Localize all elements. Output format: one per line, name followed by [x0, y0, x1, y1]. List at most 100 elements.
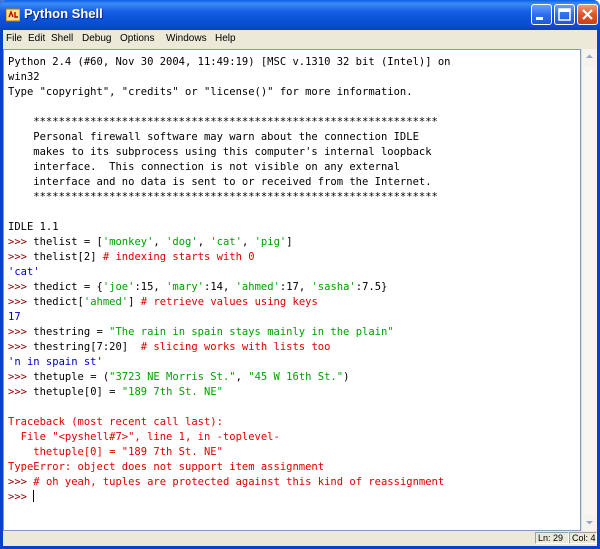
- shell-text: :14,: [204, 281, 236, 293]
- shell-line: >>> thestring[7:20] # slicing works with…: [8, 340, 451, 355]
- shell-text: Traceback (most recent call last):: [8, 416, 223, 428]
- shell-line: >>> thedict['ahmed'] # retrieve values u…: [8, 295, 451, 310]
- shell-line: thetuple[0] = "189 7th St. NE": [8, 445, 451, 460]
- python-idle-icon: [5, 8, 21, 22]
- shell-prompt: >>>: [8, 236, 34, 248]
- menu-debug[interactable]: Debug: [82, 33, 111, 44]
- shell-text: :7.5}: [355, 281, 388, 293]
- shell-line: >>> thelist = ['monkey', 'dog', 'cat', '…: [8, 235, 451, 250]
- shell-line: Personal firewall software may warn abou…: [8, 130, 451, 145]
- shell-text: 'dog': [166, 236, 198, 248]
- scroll-up-button[interactable]: [582, 49, 597, 64]
- shell-text: ): [343, 371, 350, 383]
- status-bar: Ln: 29 Col: 4: [3, 531, 597, 546]
- shell-text: 'monkey': [102, 236, 154, 248]
- menu-edit[interactable]: Edit: [28, 33, 45, 44]
- shell-text: # slicing works with lists too: [140, 341, 331, 353]
- shell-line: [8, 205, 451, 220]
- shell-text: 'sasha': [311, 281, 356, 293]
- shell-line: 'cat': [8, 265, 451, 280]
- minimize-button[interactable]: [531, 4, 552, 25]
- minimize-icon: [536, 17, 543, 20]
- shell-text: ,: [235, 371, 249, 383]
- shell-line: >>> thelist[2] # indexing starts with 0: [8, 250, 451, 265]
- shell-text: thestring[7:20]: [33, 341, 141, 353]
- shell-prompt: >>>: [8, 491, 34, 503]
- shell-text: :17,: [279, 281, 312, 293]
- shell-line: >>> thetuple = ("3723 NE Morris St.", "4…: [8, 370, 451, 385]
- shell-text: 'mary': [166, 281, 204, 293]
- menu-shell[interactable]: Shell: [51, 33, 73, 44]
- shell-text: thetuple[0] =: [33, 386, 122, 398]
- shell-prompt: >>>: [8, 386, 34, 398]
- shell-text: ****************************************…: [8, 191, 438, 203]
- shell-text: TypeError: object does not support item …: [8, 461, 325, 473]
- shell-text: :15,: [134, 281, 167, 293]
- shell-line: TypeError: object does not support item …: [8, 460, 451, 475]
- shell-output: Python 2.4 (#60, Nov 30 2004, 11:49:19) …: [8, 55, 451, 505]
- text-cursor: [33, 490, 35, 502]
- python-shell-window: Python Shell File Edit Shell Debug Optio…: [0, 0, 600, 549]
- shell-text: 'joe': [102, 281, 135, 293]
- menu-windows[interactable]: Windows: [166, 33, 207, 44]
- shell-text: thetuple = (: [33, 371, 110, 383]
- shell-prompt: >>>: [8, 371, 34, 383]
- maximize-icon: [558, 8, 571, 21]
- scroll-down-arrow-icon: [586, 521, 593, 525]
- shell-prompt: >>>: [8, 341, 34, 353]
- shell-text: # retrieve values using keys: [140, 296, 318, 308]
- window-title: Python Shell: [24, 6, 103, 21]
- shell-text: Python 2.4 (#60, Nov 30 2004, 11:49:19) …: [8, 56, 451, 68]
- shell-text: thestring =: [33, 326, 110, 338]
- shell-line: Type "copyright", "credits" or "license(…: [8, 85, 451, 100]
- shell-prompt: >>>: [8, 476, 34, 488]
- shell-line: win32: [8, 70, 451, 85]
- shell-line: ****************************************…: [8, 115, 451, 130]
- shell-line: 'n in spain st': [8, 355, 451, 370]
- shell-text: "The rain in spain stays mainly in the p…: [109, 326, 394, 338]
- menu-help[interactable]: Help: [215, 33, 236, 44]
- shell-text: 'cat': [210, 236, 242, 248]
- status-line-number: Ln: 29: [535, 532, 569, 544]
- shell-text: makes to its subprocess using this compu…: [8, 146, 432, 158]
- maximize-button[interactable]: [554, 4, 575, 25]
- shell-line: >>> thedict = {'joe':15, 'mary':14, 'ahm…: [8, 280, 451, 295]
- shell-line: >>> thetuple[0] = "189 7th St. NE": [8, 385, 451, 400]
- shell-line: Traceback (most recent call last):: [8, 415, 451, 430]
- shell-line: File "<pyshell#7>", line 1, in -toplevel…: [8, 430, 451, 445]
- shell-text: "45 W 16th St.": [248, 371, 344, 383]
- menu-options[interactable]: Options: [120, 33, 154, 44]
- shell-line: ****************************************…: [8, 190, 451, 205]
- shell-text: thelist[2]: [33, 251, 103, 263]
- shell-text: ,: [197, 236, 211, 248]
- shell-line: 17: [8, 310, 451, 325]
- shell-text: interface and no data is sent to or rece…: [8, 176, 432, 188]
- shell-text: "189 7th St. NE": [121, 386, 223, 398]
- scroll-thumb[interactable]: [583, 67, 596, 515]
- shell-text: 'ahmed': [235, 281, 280, 293]
- shell-text: # indexing starts with 0: [102, 251, 255, 263]
- shell-line: >>>: [8, 490, 451, 505]
- menu-file[interactable]: File: [6, 33, 22, 44]
- shell-text: ]: [128, 296, 141, 308]
- shell-text: thelist = [: [33, 236, 103, 248]
- shell-prompt: >>>: [8, 251, 34, 263]
- title-bar[interactable]: Python Shell: [0, 0, 600, 30]
- shell-line: IDLE 1.1: [8, 220, 451, 235]
- shell-text: ]: [286, 236, 293, 248]
- vertical-scrollbar[interactable]: [581, 49, 597, 531]
- shell-line: makes to its subprocess using this compu…: [8, 145, 451, 160]
- shell-text: IDLE 1.1: [8, 221, 59, 233]
- scroll-down-button[interactable]: [582, 515, 597, 530]
- shell-text: 17: [8, 311, 21, 323]
- shell-line: [8, 400, 451, 415]
- close-button[interactable]: [577, 4, 598, 25]
- shell-line: [8, 100, 451, 115]
- shell-text: Personal firewall software may warn abou…: [8, 131, 419, 143]
- shell-text: ,: [241, 236, 255, 248]
- shell-text: win32: [8, 71, 40, 83]
- shell-text: 'cat': [8, 266, 40, 278]
- shell-line: interface. This connection is not visibl…: [8, 160, 451, 175]
- shell-text: # oh yeah, tuples are protected against …: [33, 476, 445, 488]
- shell-text-area[interactable]: Python 2.4 (#60, Nov 30 2004, 11:49:19) …: [3, 49, 581, 531]
